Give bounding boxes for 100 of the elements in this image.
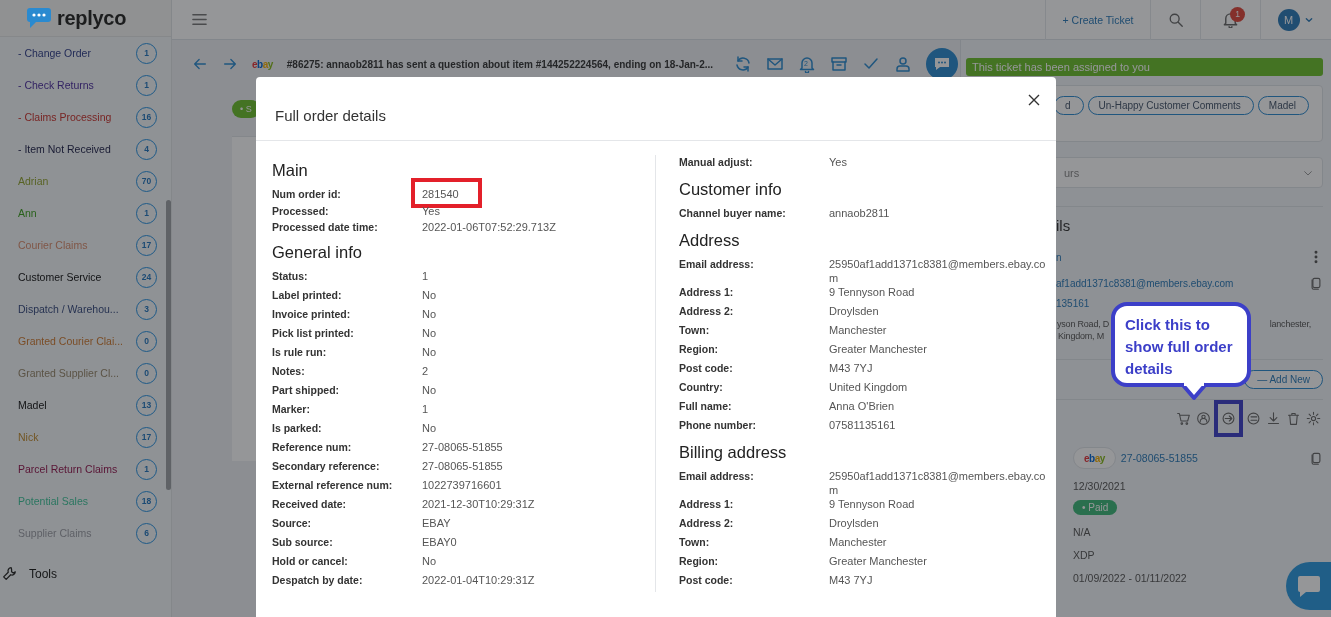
field-label: Marker: (272, 401, 311, 416)
field-value: No (422, 345, 437, 358)
address-text: Kingdom, M (1058, 331, 1105, 341)
field-label: Processed: (272, 203, 330, 218)
field-label: Despatch by date: (272, 572, 364, 587)
tag-chip[interactable]: Madel (1257, 96, 1310, 115)
field-label: Received date: (272, 496, 348, 511)
field-label: Address 1: (679, 497, 735, 511)
sidebar-item[interactable]: Madel (18, 399, 133, 411)
field-value: M43 7YJ (829, 362, 873, 374)
field-label: Label printed: (272, 287, 343, 302)
phone-link[interactable]: 135161 (1056, 298, 1090, 309)
email-link[interactable]: af1add1371c8381@members.ebay.com (1056, 277, 1234, 289)
field-label: Email address: (679, 469, 755, 483)
field-label: Phone number: (679, 418, 757, 432)
sidebar-item[interactable]: Potential Sales (18, 495, 133, 507)
sidebar-item[interactable]: Tools (29, 566, 57, 581)
user-avatar[interactable]: M (1277, 8, 1300, 31)
sidebar-item[interactable]: - Item Not Received (18, 143, 133, 155)
field-label: Invoice printed: (272, 306, 352, 321)
field-label: Reference num: (272, 439, 353, 454)
field-label: Region: (679, 554, 720, 568)
reminder-bell-icon (798, 55, 816, 73)
person-icon (894, 55, 912, 73)
field-label: Full name: (679, 399, 733, 413)
field-label: Sub source: (272, 534, 334, 549)
sidebar-item[interactable]: Granted Supplier Cl... (18, 367, 133, 379)
field-label: Post code: (679, 361, 734, 375)
address-text: yson Road, D (1057, 319, 1110, 329)
sidebar-item[interactable]: Adrian (18, 175, 133, 187)
shipping-text: N/A (1073, 526, 1092, 538)
sidebar-item[interactable]: Nick (18, 431, 133, 443)
field-value: 9 Tennyson Road (829, 498, 915, 510)
order-reference-link[interactable]: 27-08065-51855 (1120, 452, 1304, 464)
download-icon (1266, 411, 1281, 426)
sidebar-item[interactable]: Dispatch / Warehou... (18, 303, 133, 315)
sidebar-item[interactable]: Granted Courier Clai... (18, 335, 133, 347)
sidebar-item[interactable]: Ann (18, 207, 133, 219)
notification-badge: 1 (1230, 6, 1245, 22)
field-value: 25950af1add1371c8381@members.ebay.com (829, 470, 1046, 496)
date-range-text: 01/09/2022 - 01/11/2022 (1073, 572, 1188, 584)
field-label: Address 1: (679, 285, 735, 299)
field-value: 07581135161 (829, 419, 896, 431)
field-value: 25950af1add1371c8381@members.ebay.com (829, 258, 1046, 284)
tag-chip[interactable]: Un-Happy Customer Comments (1087, 96, 1254, 115)
field-value: No (422, 288, 437, 301)
field-label: Source: (272, 515, 313, 530)
field-label: Manual adjust: (679, 155, 754, 169)
gear-icon (1306, 411, 1321, 426)
cart-icon (1176, 411, 1191, 426)
field-value: Manchester (829, 536, 887, 548)
field-label: Region: (679, 342, 720, 356)
field-value: 1 (422, 402, 429, 415)
forward-arrow-icon (222, 56, 238, 72)
field-value: Manchester (829, 324, 887, 336)
customer-name-link[interactable]: n (1056, 251, 1062, 263)
sidebar-item[interactable]: - Change Order (18, 47, 133, 59)
field-value: M43 7YJ (829, 574, 873, 586)
sidebar-item[interactable]: Courier Claims (18, 239, 133, 251)
field-value: 2 (422, 364, 429, 377)
field-label: Processed date time: (272, 220, 379, 234)
channel-logo: ebay (252, 58, 273, 70)
chat-icon (1296, 574, 1322, 598)
field-label: Notes: (272, 363, 306, 378)
field-label: Is rule run: (272, 344, 328, 359)
chat-button[interactable] (926, 48, 958, 80)
chat-widget-button[interactable] (1286, 562, 1331, 610)
refresh-icon (734, 55, 752, 73)
back-arrow-icon (192, 56, 208, 72)
field-value: Yes (422, 204, 440, 217)
section-heading: Billing address (679, 443, 788, 462)
field-value: Greater Manchester (829, 343, 927, 355)
field-label: Status: (272, 268, 309, 283)
field-value: 2021-12-30T10:29:31Z (422, 497, 535, 510)
field-value: 27-08065-51855 (422, 440, 503, 453)
logo-text: replyco (57, 6, 127, 30)
create-ticket-button[interactable]: + Create Ticket (1046, 0, 1150, 40)
sidebar-item[interactable]: Customer Service (18, 271, 133, 283)
field-label: Channel buyer name: (679, 206, 787, 220)
copy-icon (1309, 276, 1323, 290)
section-heading: General info (272, 242, 363, 262)
sidebar-item[interactable]: - Check Returns (18, 79, 133, 91)
tag-chip[interactable]: d (1054, 96, 1084, 115)
add-new-button[interactable]: — Add New (1244, 370, 1323, 389)
menu-icon (191, 11, 208, 28)
field-label: External reference num: (272, 477, 394, 492)
field-label: Town: (679, 535, 711, 549)
scrollbar[interactable] (166, 200, 171, 490)
field-label: Email address: (679, 257, 755, 271)
sidebar-item[interactable]: - Claims Processing (18, 111, 133, 123)
callout-pointer (1180, 382, 1208, 401)
section-heading: Address (679, 231, 741, 250)
section-heading: Main (272, 161, 309, 180)
field-value: 1022739716601 (422, 478, 502, 491)
chat-icon (933, 56, 951, 72)
sidebar-item[interactable]: Parcel Return Claims (18, 463, 133, 475)
highlighted-action-button[interactable] (1214, 400, 1243, 437)
search-icon (1167, 11, 1184, 28)
trash-icon (1286, 411, 1301, 426)
field-value: Droylsden (829, 305, 879, 317)
